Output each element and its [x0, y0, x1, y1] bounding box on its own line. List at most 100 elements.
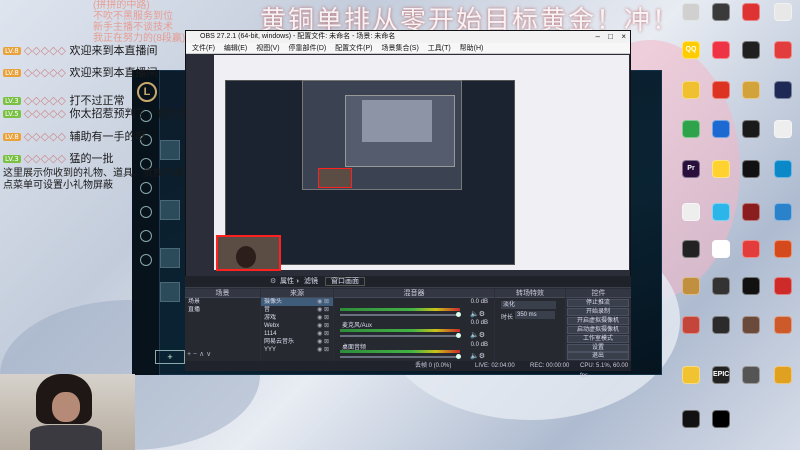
start-virtual-camera-button[interactable]: 启动虚拟摄像机: [567, 326, 629, 334]
desktop-app-icon[interactable]: [774, 160, 792, 178]
properties-button[interactable]: 属性: [280, 276, 294, 288]
champion-tile[interactable]: [160, 200, 180, 220]
add-remove-scene-icons[interactable]: + − ∧ ∨: [187, 350, 211, 358]
desktop-app-icon[interactable]: [742, 81, 760, 99]
eye-icon[interactable]: ◉ ⊠: [317, 314, 329, 322]
menu-profile[interactable]: 配置文件(P): [335, 45, 372, 52]
desktop-app-icon[interactable]: [774, 203, 792, 221]
desktop-app-icon[interactable]: [682, 410, 700, 428]
desktop-app-icon[interactable]: [682, 277, 700, 295]
exit-button[interactable]: 退出: [567, 352, 629, 360]
scene-item[interactable]: 直播: [185, 306, 260, 314]
desktop-app-icon[interactable]: [712, 81, 730, 99]
desktop-app-icon[interactable]: [742, 160, 760, 178]
fader-knob[interactable]: [456, 312, 461, 317]
gear-icon[interactable]: ⚙: [270, 276, 276, 288]
nav-icon[interactable]: [140, 254, 152, 266]
source-item[interactable]: 1114 ◉ ⊠: [261, 330, 333, 338]
desktop-app-icon[interactable]: [712, 410, 730, 428]
eye-icon[interactable]: ◉ ⊠: [317, 298, 329, 306]
desktop-app-icon[interactable]: [742, 120, 760, 138]
desktop-app-icon[interactable]: [712, 240, 730, 258]
nav-icon[interactable]: [140, 206, 152, 218]
desktop-app-icon[interactable]: [774, 120, 792, 138]
eye-icon[interactable]: ◉ ⊠: [317, 322, 329, 330]
volume-fader[interactable]: [340, 335, 460, 337]
desktop-app-icon[interactable]: [742, 3, 760, 21]
menu-view[interactable]: 视图(V): [256, 45, 279, 52]
desktop-app-icon[interactable]: [682, 316, 700, 334]
desktop-app-icon[interactable]: [712, 41, 730, 59]
eye-icon[interactable]: ◉ ⊠: [317, 346, 329, 354]
champion-tile[interactable]: [160, 140, 180, 160]
desktop-app-icon[interactable]: [712, 203, 730, 221]
speaker-icon[interactable]: 🔈⚙: [470, 310, 485, 318]
desktop-app-icon[interactable]: [774, 41, 792, 59]
speaker-icon[interactable]: 🔈⚙: [470, 352, 485, 360]
desktop-app-icon[interactable]: [682, 120, 700, 138]
virtual-camera-button[interactable]: 开启虚拟摄像机: [567, 317, 629, 325]
fader-knob[interactable]: [456, 333, 461, 338]
source-item[interactable]: 网易云音乐 ◉ ⊠: [261, 338, 333, 346]
source-item[interactable]: 摄像头 ◉ ⊠: [261, 298, 333, 306]
desktop-app-icon[interactable]: [774, 277, 792, 295]
menu-edit[interactable]: 编辑(E): [224, 45, 247, 52]
desktop-app-icon[interactable]: [742, 203, 760, 221]
eye-icon[interactable]: ◉ ⊠: [317, 306, 329, 314]
desktop-app-icon[interactable]: [682, 3, 700, 21]
desktop-app-icon[interactable]: [742, 277, 760, 295]
desktop-app-icon[interactable]: [712, 316, 730, 334]
desktop-app-icon[interactable]: [712, 277, 730, 295]
desktop-app-icon[interactable]: [682, 203, 700, 221]
desktop-app-icon[interactable]: [682, 81, 700, 99]
desktop-app-icon[interactable]: [682, 366, 700, 384]
fader-knob[interactable]: [456, 354, 461, 359]
close-icon[interactable]: ×: [621, 31, 626, 43]
source-item[interactable]: Webx ◉ ⊠: [261, 322, 333, 330]
menu-tools[interactable]: 工具(T): [428, 45, 451, 52]
maximize-icon[interactable]: □: [608, 31, 613, 43]
filters-button[interactable]: 滤镜: [304, 276, 318, 288]
desktop-app-icon[interactable]: [774, 240, 792, 258]
desktop-app-icon[interactable]: [774, 81, 792, 99]
eye-icon[interactable]: ◉ ⊠: [317, 338, 329, 346]
menu-help[interactable]: 帮助(H): [460, 45, 484, 52]
nav-icon[interactable]: [140, 230, 152, 242]
volume-fader[interactable]: [340, 314, 460, 316]
desktop-app-icon[interactable]: EPIC: [712, 366, 730, 384]
desktop-app-icon[interactable]: [742, 41, 760, 59]
champion-tile[interactable]: [160, 248, 180, 268]
duration-input[interactable]: 350 ms: [515, 311, 555, 319]
desktop-app-icon[interactable]: Pr: [682, 160, 700, 178]
studio-mode-button[interactable]: 工作室模式: [567, 335, 629, 343]
champion-tile[interactable]: [160, 282, 180, 302]
menu-docks[interactable]: 停靠部件(D): [289, 45, 327, 52]
desktop-app-icon[interactable]: [774, 366, 792, 384]
eye-icon[interactable]: ◉ ⊠: [317, 330, 329, 338]
minimize-icon[interactable]: –: [596, 31, 600, 43]
desktop-app-icon[interactable]: [774, 3, 792, 21]
desktop-app-icon[interactable]: [742, 366, 760, 384]
source-item[interactable]: 音 ◉ ⊠: [261, 306, 333, 314]
stop-streaming-button[interactable]: 停止推流: [567, 299, 629, 307]
desktop-app-icon[interactable]: [712, 3, 730, 21]
volume-fader[interactable]: [340, 356, 460, 358]
desktop-app-icon[interactable]: [712, 120, 730, 138]
transition-select[interactable]: 淡化: [501, 301, 556, 309]
desktop-app-icon[interactable]: [682, 240, 700, 258]
desktop-app-icon[interactable]: QQ: [682, 41, 700, 59]
desktop-app-icon[interactable]: [742, 316, 760, 334]
settings-button[interactable]: 设置: [567, 344, 629, 352]
filter-icon[interactable]: ◑: [295, 276, 299, 288]
desktop-app-icon[interactable]: [742, 240, 760, 258]
add-friend-button[interactable]: +: [155, 350, 185, 364]
source-item[interactable]: 游戏 ◉ ⊠: [261, 314, 333, 322]
obs-title-bar[interactable]: OBS 27.2.1 (64-bit, windows) - 配置文件: 未命名…: [186, 31, 630, 43]
desktop-app-icon[interactable]: [774, 316, 792, 334]
speaker-icon[interactable]: 🔈⚙: [470, 331, 485, 339]
menu-file[interactable]: 文件(F): [192, 45, 215, 52]
window-capture-button[interactable]: 窗口画面: [325, 277, 365, 286]
menu-scene-collection[interactable]: 场景集合(S): [381, 45, 418, 52]
source-item[interactable]: YYY ◉ ⊠: [261, 346, 333, 354]
start-recording-button[interactable]: 开始录制: [567, 308, 629, 316]
